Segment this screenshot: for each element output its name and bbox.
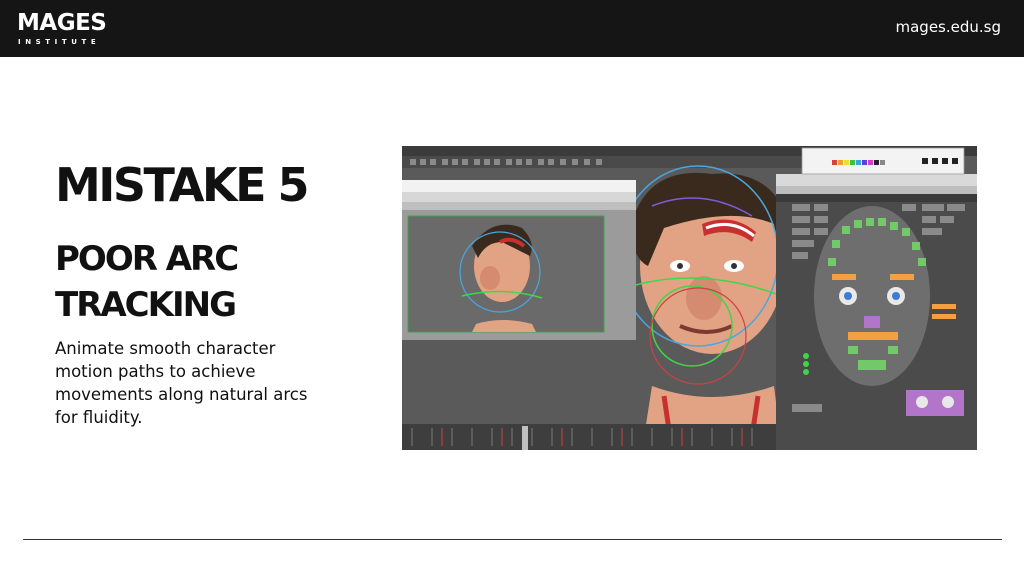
paint-toolbar-popup [801,147,965,175]
subtitle-line-1: POOR ARC [55,239,239,279]
subtitle-line-2: TRACKING [55,285,237,325]
slide-description: Animate smooth character motion paths to… [55,339,308,427]
camera-view-window [402,180,636,340]
logo-sub-text: INSTITUTE [18,38,101,46]
site-url[interactable]: mages.edu.sg [896,18,1002,36]
slide-subtitle: POOR ARC TRACKING [55,236,355,328]
face-picker-panel [776,174,977,450]
footer-divider [23,539,1002,540]
screenshot-illustration [402,146,977,450]
animation-software-screenshot [402,146,977,450]
mages-logo[interactable]: MAGES INSTITUTE [17,11,115,47]
slide-title: MISTAKE 5 [55,158,310,212]
header-bar: MAGES INSTITUTE mages.edu.sg [0,0,1024,57]
logo-main-text: MAGES [17,10,107,36]
large-character-head [617,165,791,450]
